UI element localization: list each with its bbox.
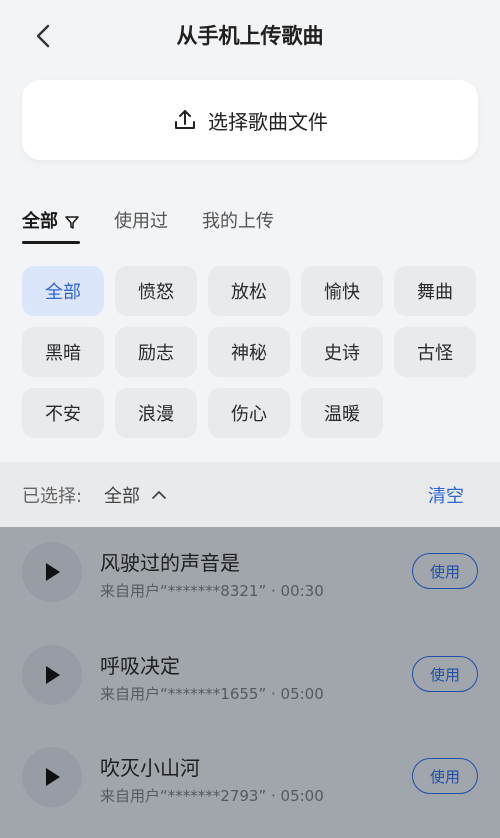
category-chip[interactable]: 神秘 — [208, 327, 290, 377]
tab-label: 我的上传 — [202, 211, 274, 232]
category-chip[interactable]: 励志 — [115, 327, 197, 377]
upload-label: 选择歌曲文件 — [208, 109, 328, 134]
category-chip[interactable]: 史诗 — [301, 327, 383, 377]
category-chip[interactable]: 古怪 — [394, 327, 476, 377]
header: 从手机上传歌曲 — [0, 0, 500, 72]
selection-bar: 已选择: 全部 清空 — [0, 462, 500, 527]
play-icon — [46, 563, 60, 581]
page-title: 从手机上传歌曲 — [176, 24, 324, 48]
category-chip[interactable]: 伤心 — [208, 388, 290, 438]
song-item: 风驶过的声音是 来自用户“*******8321” · 00:30 使用 — [0, 527, 500, 627]
tab-used[interactable]: 使用过 — [114, 200, 168, 244]
tab-all[interactable]: 全部 — [22, 200, 80, 244]
use-button[interactable]: 使用 — [412, 656, 478, 692]
tab-label: 全部 — [22, 211, 58, 232]
category-chip[interactable]: 愤怒 — [115, 266, 197, 316]
category-chip[interactable]: 浪漫 — [115, 388, 197, 438]
song-list: 风驶过的声音是 来自用户“*******8321” · 00:30 使用 呼吸决… — [0, 527, 500, 838]
song-meta: 来自用户“*******1655” · 05:00 — [100, 685, 324, 703]
category-chip[interactable]: 放松 — [208, 266, 290, 316]
selection-value: 全部 — [104, 486, 140, 507]
category-chip[interactable]: 舞曲 — [394, 266, 476, 316]
category-chip[interactable]: 黑暗 — [22, 327, 104, 377]
select-song-file-button[interactable]: 选择歌曲文件 — [22, 80, 478, 160]
filter-icon — [65, 216, 79, 229]
upload-icon — [175, 110, 195, 129]
selection-toggle[interactable]: 全部 — [104, 482, 168, 508]
play-button[interactable] — [22, 645, 82, 705]
tab-bar: 全部 使用过 我的上传 — [22, 200, 308, 244]
use-button[interactable]: 使用 — [412, 758, 478, 794]
song-meta: 来自用户“*******8321” · 00:30 — [100, 582, 324, 600]
category-chip[interactable]: 愉快 — [301, 266, 383, 316]
category-chip-grid: 全部 愤怒 放松 愉快 舞曲 黑暗 励志 神秘 史诗 古怪 不安 浪漫 伤心 温… — [22, 266, 482, 438]
tab-label: 使用过 — [114, 211, 168, 232]
chevron-up-icon — [152, 491, 166, 499]
category-chip[interactable]: 全部 — [22, 266, 104, 316]
play-button[interactable] — [22, 747, 82, 807]
song-item: 吹灭小山河 来自用户“*******2793” · 05:00 使用 — [0, 732, 500, 832]
selection-label: 已选择: — [22, 486, 83, 507]
song-title: 呼吸决定 — [100, 654, 180, 678]
play-button[interactable] — [22, 542, 82, 602]
category-chip[interactable]: 不安 — [22, 388, 104, 438]
use-button[interactable]: 使用 — [412, 553, 478, 589]
clear-button[interactable]: 清空 — [428, 482, 464, 508]
song-title: 吹灭小山河 — [100, 756, 200, 780]
play-icon — [46, 666, 60, 684]
tab-my-uploads[interactable]: 我的上传 — [202, 200, 274, 244]
play-icon — [46, 768, 60, 786]
song-item: 呼吸决定 来自用户“*******1655” · 05:00 使用 — [0, 630, 500, 730]
category-chip[interactable]: 温暖 — [301, 388, 383, 438]
song-meta: 来自用户“*******2793” · 05:00 — [100, 787, 324, 805]
song-title: 风驶过的声音是 — [100, 551, 240, 575]
